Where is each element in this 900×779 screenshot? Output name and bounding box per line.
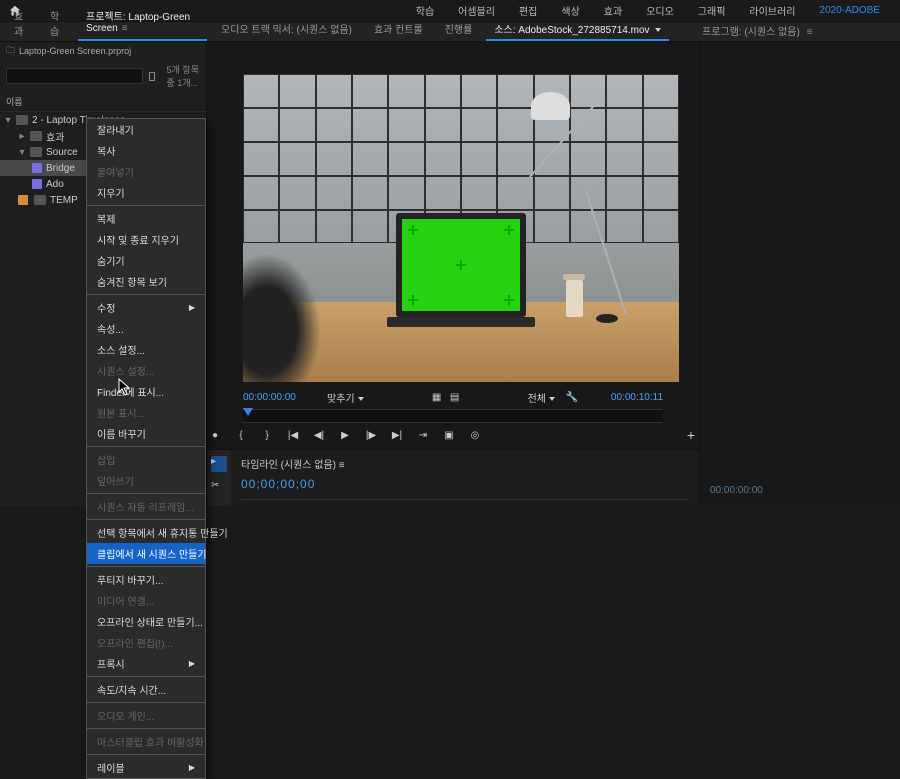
ctx-label[interactable]: 레이블▶ <box>87 757 205 778</box>
razor-tool-icon[interactable]: ✂ <box>211 480 227 496</box>
workspace-tab[interactable]: 학습 <box>404 3 446 18</box>
step-forward-icon[interactable]: |▶ <box>363 427 379 443</box>
panel-tab-project[interactable]: 프로젝트: Laptop-Green Screen≡ <box>78 5 207 41</box>
ctx-disable-master-fx[interactable]: 마스터클립 효과 비활성화 <box>87 731 205 752</box>
workspace-accent[interactable]: 2020-ADOBE <box>807 5 892 16</box>
ctx-rename[interactable]: 이름 바꾸기 <box>87 423 205 444</box>
step-back-icon[interactable]: ◀| <box>311 427 327 443</box>
ctx-sequence-settings[interactable]: 시퀀스 설정... <box>87 360 205 381</box>
label-chip-icon <box>18 195 28 205</box>
overwrite-icon[interactable]: ▣ <box>441 427 457 443</box>
panel-tab-effects[interactable]: 효과 <box>6 5 36 41</box>
ctx-offline-edit[interactable]: 오프라인 편집(!)... <box>87 632 205 653</box>
playhead-icon[interactable] <box>243 408 253 416</box>
source-scope-dropdown[interactable]: 전체 <box>528 390 555 405</box>
mark-in-icon[interactable]: { <box>233 427 249 443</box>
timeline-timecode[interactable]: 00;00;00;00 <box>241 477 689 491</box>
panel-tab-progress[interactable]: 진행률 <box>437 18 481 41</box>
ctx-speed-duration[interactable]: 속도/지속 시간... <box>87 679 205 700</box>
ctx-reveal-original[interactable]: 원본 표시... <box>87 402 205 423</box>
transport-controls: ● { } |◀ ◀| ▶ |▶ ▶| ⇥ ▣ ◎ + <box>207 423 699 449</box>
panel-tab-row: 효과 학습 프로젝트: Laptop-Green Screen≡ 오디오 트랙 … <box>0 22 900 42</box>
label-chip-icon <box>32 179 42 189</box>
program-panel: 00:00:00:00 <box>700 42 900 506</box>
timeline-toolbar: ▸ ✂ <box>207 450 231 506</box>
button-editor-icon[interactable]: + <box>683 427 699 443</box>
go-to-out-icon[interactable]: ▶| <box>389 427 405 443</box>
ctx-replace-footage[interactable]: 푸티지 바꾸기... <box>87 569 205 590</box>
panel-tab-source[interactable]: 소스: AdobeStock_272885714.mov <box>486 18 669 41</box>
export-frame-icon[interactable]: ◎ <box>467 427 483 443</box>
source-scrubber[interactable] <box>243 409 663 423</box>
panel-tab-program[interactable]: 프로그램: (시퀀스 없음) ≡ <box>694 20 820 41</box>
add-marker-icon[interactable]: ● <box>207 427 223 443</box>
source-monitor[interactable] <box>243 74 679 382</box>
ctx-proxy[interactable]: 프록시▶ <box>87 653 205 674</box>
context-menu: 잘라내기 복사 붙여넣기 지우기 복제 시작 및 종료 지우기 숨기기 숨겨진 … <box>86 118 206 779</box>
timeline-title: 타임라인 (시퀀스 없음) <box>241 460 336 471</box>
ctx-new-bin-from-selection[interactable]: 선택 항목에서 새 휴지통 만들기 <box>87 522 205 543</box>
ctx-copy[interactable]: 복사 <box>87 140 205 161</box>
ctx-show-hidden[interactable]: 숨겨진 항목 보기 <box>87 271 205 292</box>
settings-icon[interactable]: ▤ <box>448 391 462 405</box>
workspace-tab[interactable]: 그래픽 <box>686 3 738 18</box>
ctx-overwrite[interactable]: 덮어쓰기 <box>87 470 205 491</box>
program-timecode[interactable]: 00:00:00:00 <box>710 485 890 496</box>
project-search-input[interactable] <box>6 68 143 84</box>
project-breadcrumb[interactable]: 🗀 Laptop-Green Screen.prproj <box>0 42 206 60</box>
selection-tool-icon[interactable]: ▸ <box>211 456 227 472</box>
ctx-insert[interactable]: 삽입 <box>87 449 205 470</box>
play-icon[interactable]: ▶ <box>337 427 353 443</box>
go-to-in-icon[interactable]: |◀ <box>285 427 301 443</box>
ctx-audio-gain[interactable]: 오디오 게인... <box>87 705 205 726</box>
workspace-tab[interactable]: 어셈블리 <box>446 3 507 18</box>
insert-icon[interactable]: ⇥ <box>415 427 431 443</box>
ctx-properties[interactable]: 속성... <box>87 318 205 339</box>
ctx-modify[interactable]: 수정▶ <box>87 297 205 318</box>
project-filter-toggle[interactable] <box>149 72 155 81</box>
ctx-hide[interactable]: 숨기기 <box>87 250 205 271</box>
workspace-tab[interactable]: 편집 <box>507 3 549 18</box>
workspace-tab[interactable]: 라이브러리 <box>737 3 807 18</box>
ctx-make-offline[interactable]: 오프라인 상태로 만들기... <box>87 611 205 632</box>
ctx-cut[interactable]: 잘라내기 <box>87 119 205 140</box>
ctx-auto-reframe[interactable]: 시퀀스 자동 리프레임... <box>87 496 205 517</box>
source-in-timecode[interactable]: 00:00:00:00 <box>243 392 317 403</box>
ctx-clear-inout[interactable]: 시작 및 종료 지우기 <box>87 229 205 250</box>
ctx-paste[interactable]: 붙여넣기 <box>87 161 205 182</box>
panel-tab-audiomixer[interactable]: 오디오 트랙 믹서: (시퀀스 없음) <box>213 18 360 41</box>
project-item-count: 5개 항목 중 1개... <box>167 63 200 89</box>
project-column-header[interactable]: 이름 <box>0 92 206 112</box>
source-fit-dropdown[interactable]: 맞추기 <box>327 390 364 405</box>
workspace-tab[interactable]: 효과 <box>592 3 634 18</box>
panel-tab-effectcontrols[interactable]: 효과 컨트롤 <box>366 18 431 41</box>
ctx-clear[interactable]: 지우기 <box>87 182 205 203</box>
green-screen <box>402 219 521 312</box>
safe-margins-icon[interactable]: ▦ <box>430 391 444 405</box>
panel-tab-learn[interactable]: 학습 <box>42 5 72 41</box>
ctx-reveal-finder[interactable]: Finder에 표시... <box>87 381 205 402</box>
ctx-source-settings[interactable]: 소스 설정... <box>87 339 205 360</box>
ctx-link-media[interactable]: 미디어 연결... <box>87 590 205 611</box>
mouse-cursor-icon <box>118 378 132 396</box>
source-duration-timecode[interactable]: 00:00:10:11 <box>589 392 663 403</box>
ctx-duplicate[interactable]: 복제 <box>87 208 205 229</box>
ctx-new-sequence-from-clip[interactable]: 클립에서 새 시퀀스 만들기 <box>87 543 205 564</box>
label-chip-icon <box>32 163 42 173</box>
workspace-tab[interactable]: 오디오 <box>634 3 686 18</box>
timeline-panel[interactable]: 타임라인 (시퀀스 없음) ≡ 00;00;00;00 <box>231 450 699 506</box>
mark-out-icon[interactable]: } <box>259 427 275 443</box>
wrench-icon[interactable]: 🔧 <box>565 391 579 405</box>
workspace-tab[interactable]: 색상 <box>549 3 591 18</box>
